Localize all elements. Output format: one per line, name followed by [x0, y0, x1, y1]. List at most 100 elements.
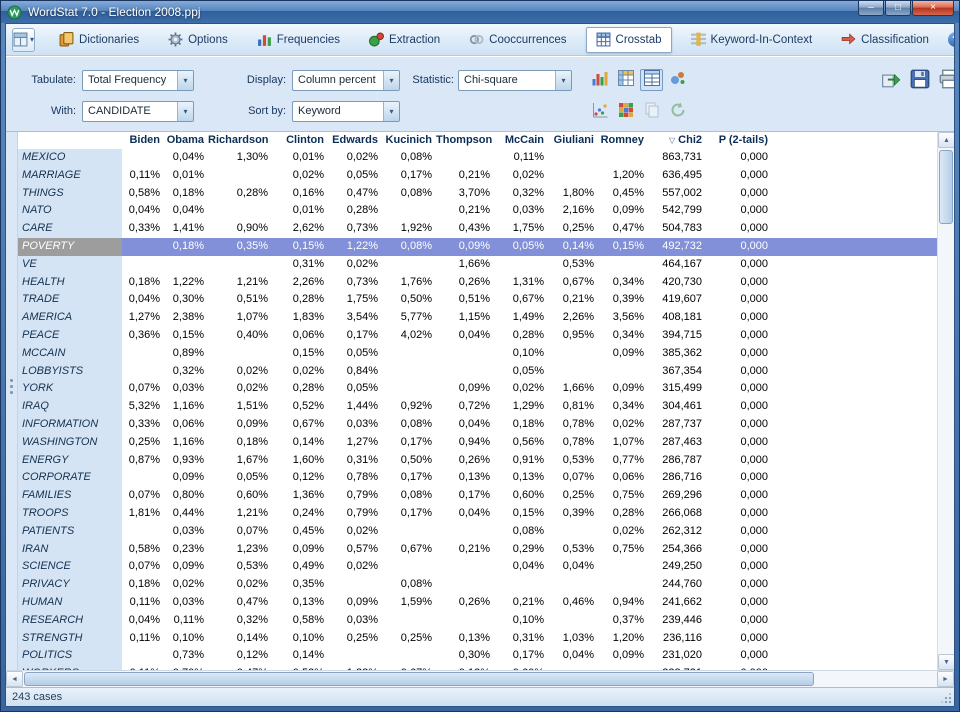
minimize-button[interactable]: –	[858, 1, 884, 16]
table-row[interactable]: VE0,31%0,02%1,66%0,53%464,1670,000	[18, 256, 937, 274]
table-row[interactable]: PATIENTS0,03%0,07%0,45%0,02%0,08%0,02%26…	[18, 523, 937, 541]
splitter-gutter[interactable]	[6, 132, 18, 670]
with-dropdown[interactable]: CANDIDATE ▾	[82, 101, 194, 122]
value-cell: 0,46%	[548, 594, 598, 612]
column-header-kucinich[interactable]: Kucinich	[382, 132, 436, 149]
table-view-button[interactable]	[640, 69, 663, 91]
maximize-button[interactable]: □	[885, 1, 911, 16]
horizontal-scroll-thumb[interactable]	[24, 672, 814, 686]
statistic-dropdown[interactable]: Chi-square ▾	[458, 70, 572, 91]
column-header-obama[interactable]: Obama	[164, 132, 208, 149]
table-row[interactable]: TRADE0,04%0,30%0,51%0,28%1,75%0,50%0,51%…	[18, 291, 937, 309]
close-button[interactable]: ×	[912, 1, 954, 16]
tab-dictionaries[interactable]: Dictionaries	[49, 27, 149, 53]
tab-keyword-in-context[interactable]: Keyword-In-Context	[681, 27, 823, 53]
statistic-value: Chi-square	[459, 71, 555, 90]
table-row[interactable]: ENERGY0,87%0,93%1,67%1,60%0,31%0,50%0,26…	[18, 452, 937, 470]
scroll-right-button[interactable]: ►	[937, 671, 954, 687]
value-cell: 408,181	[648, 309, 706, 327]
dot-plot-button[interactable]	[588, 101, 611, 123]
table-row[interactable]: IRAN0,58%0,23%1,23%0,09%0,57%0,67%0,21%0…	[18, 541, 937, 559]
table-row[interactable]: MCCAIN0,89%0,15%0,05%0,10%0,09%385,3620,…	[18, 345, 937, 363]
table-row[interactable]: NATO0,04%0,04%0,01%0,28%0,21%0,03%2,16%0…	[18, 202, 937, 220]
column-header-biden[interactable]: Biden	[122, 132, 164, 149]
value-cell: 0,18%	[122, 576, 164, 594]
table-row[interactable]: LOBBYISTS0,32%0,02%0,02%0,84%0,05%367,35…	[18, 363, 937, 381]
scroll-up-button[interactable]: ▲	[938, 132, 954, 148]
table-row[interactable]: CORPORATE0,09%0,05%0,12%0,78%0,17%0,13%0…	[18, 469, 937, 487]
export-button[interactable]	[878, 69, 904, 93]
column-header-giuliani[interactable]: Giuliani	[548, 132, 598, 149]
scroll-left-button[interactable]: ◄	[6, 671, 23, 687]
bubble-chart-button[interactable]	[666, 69, 689, 91]
column-header-chi2[interactable]: ▽Chi2	[648, 132, 706, 149]
column-header-richardson[interactable]: Richardson	[208, 132, 272, 149]
crosstab-table-area: BidenObamaRichardsonClintonEdwardsKucini…	[6, 132, 954, 670]
sort-by-dropdown[interactable]: Keyword ▾	[292, 101, 400, 122]
tab-classification[interactable]: Classification	[831, 27, 939, 53]
table-row[interactable]: YORK0,07%0,03%0,02%0,28%0,05%0,09%0,02%1…	[18, 380, 937, 398]
value-cell: 0,17%	[382, 434, 436, 452]
help-button[interactable]: ? ▾	[948, 32, 955, 47]
print-button[interactable]	[936, 69, 955, 93]
resize-grip[interactable]	[941, 693, 951, 703]
table-row[interactable]: POVERTY0,18%0,35%0,15%1,22%0,08%0,09%0,0…	[18, 238, 937, 256]
value-cell	[122, 256, 164, 274]
keyword-cell: HEALTH	[18, 274, 122, 292]
tabulate-dropdown[interactable]: Total Frequency ▾	[82, 70, 194, 91]
tab-frequencies[interactable]: Frequencies	[247, 27, 350, 53]
tab-cooccurrences[interactable]: Cooccurrences	[459, 27, 576, 53]
column-header-thompson[interactable]: Thompson	[436, 132, 494, 149]
display-dropdown[interactable]: Column percent ▾	[292, 70, 400, 91]
title-bar[interactable]: WordStat 7.0 - Election 2008.ppj – □ ×	[1, 1, 959, 23]
tab-extraction[interactable]: Extraction	[359, 27, 450, 53]
value-cell: 367,354	[648, 363, 706, 381]
column-header-clinton[interactable]: Clinton	[272, 132, 328, 149]
column-header-p-2-tails-[interactable]: P (2-tails)	[706, 132, 772, 149]
table-row[interactable]: IRAQ5,32%1,16%1,51%0,52%1,44%0,92%0,72%1…	[18, 398, 937, 416]
heatmap-button[interactable]	[614, 101, 637, 123]
bar-chart-button[interactable]	[588, 69, 611, 91]
column-header-edwards[interactable]: Edwards	[328, 132, 382, 149]
layout-menu-button[interactable]: ▾	[12, 28, 35, 52]
tab-options[interactable]: Options	[158, 27, 238, 53]
table-row[interactable]: MEXICO0,04%1,30%0,01%0,02%0,08%0,11%863,…	[18, 149, 937, 167]
save-button[interactable]	[907, 69, 933, 93]
value-cell: 0,58%	[122, 541, 164, 559]
tab-crosstab[interactable]: Crosstab	[586, 27, 672, 53]
table-row[interactable]: THINGS0,58%0,18%0,28%0,16%0,47%0,08%3,70…	[18, 185, 937, 203]
value-cell: 3,56%	[598, 309, 648, 327]
table-row[interactable]: AMERICA1,27%2,38%1,07%1,83%3,54%5,77%1,1…	[18, 309, 937, 327]
table-row[interactable]: INFORMATION0,33%0,06%0,09%0,67%0,03%0,08…	[18, 416, 937, 434]
table-row[interactable]: PEACE0,36%0,15%0,40%0,06%0,17%4,02%0,04%…	[18, 327, 937, 345]
table-row[interactable]: TROOPS1,81%0,44%1,21%0,24%0,79%0,17%0,04…	[18, 505, 937, 523]
table-row[interactable]: HEALTH0,18%1,22%1,21%2,26%0,73%1,76%0,26…	[18, 274, 937, 292]
vertical-scrollbar[interactable]: ▲ ▼	[937, 132, 954, 670]
table-row[interactable]: CARE0,33%1,41%0,90%2,62%0,73%1,92%0,43%1…	[18, 220, 937, 238]
column-header-romney[interactable]: Romney	[598, 132, 648, 149]
frequencies-icon	[257, 32, 272, 47]
value-cell: 0,89%	[164, 345, 208, 363]
row-filler	[772, 576, 937, 594]
keyword-cell: CARE	[18, 220, 122, 238]
table-row[interactable]: RESEARCH0,04%0,11%0,32%0,58%0,03%0,10%0,…	[18, 612, 937, 630]
table-row[interactable]: HUMAN0,11%0,03%0,47%0,13%0,09%1,59%0,26%…	[18, 594, 937, 612]
table-row[interactable]: FAMILIES0,07%0,80%0,60%1,36%0,79%0,08%0,…	[18, 487, 937, 505]
table-row[interactable]: PRIVACY0,18%0,02%0,02%0,35%0,08%244,7600…	[18, 576, 937, 594]
column-header-mccain[interactable]: McCain	[494, 132, 548, 149]
horizontal-scrollbar[interactable]: ◄ ►	[6, 670, 954, 687]
table-row[interactable]: POLITICS0,73%0,12%0,14%0,30%0,17%0,04%0,…	[18, 647, 937, 665]
table-row[interactable]: WASHINGTON0,25%1,16%0,18%0,14%1,27%0,17%…	[18, 434, 937, 452]
crosstab-grid-button[interactable]	[614, 69, 637, 91]
value-cell: 0,28%	[208, 185, 272, 203]
value-cell: 1,27%	[328, 434, 382, 452]
vertical-scroll-thumb[interactable]	[939, 150, 953, 224]
table-row[interactable]: SCIENCE0,07%0,09%0,53%0,49%0,02%0,04%0,0…	[18, 558, 937, 576]
value-cell: 0,17%	[382, 505, 436, 523]
scroll-down-button[interactable]: ▼	[938, 654, 954, 670]
keyword-column-header[interactable]	[18, 132, 122, 149]
table-row[interactable]: MARRIAGE0,11%0,01%0,02%0,05%0,17%0,21%0,…	[18, 167, 937, 185]
table-row[interactable]: STRENGTH0,11%0,10%0,14%0,10%0,25%0,25%0,…	[18, 630, 937, 648]
value-cell: 0,95%	[548, 327, 598, 345]
value-cell: 0,000	[706, 363, 772, 381]
